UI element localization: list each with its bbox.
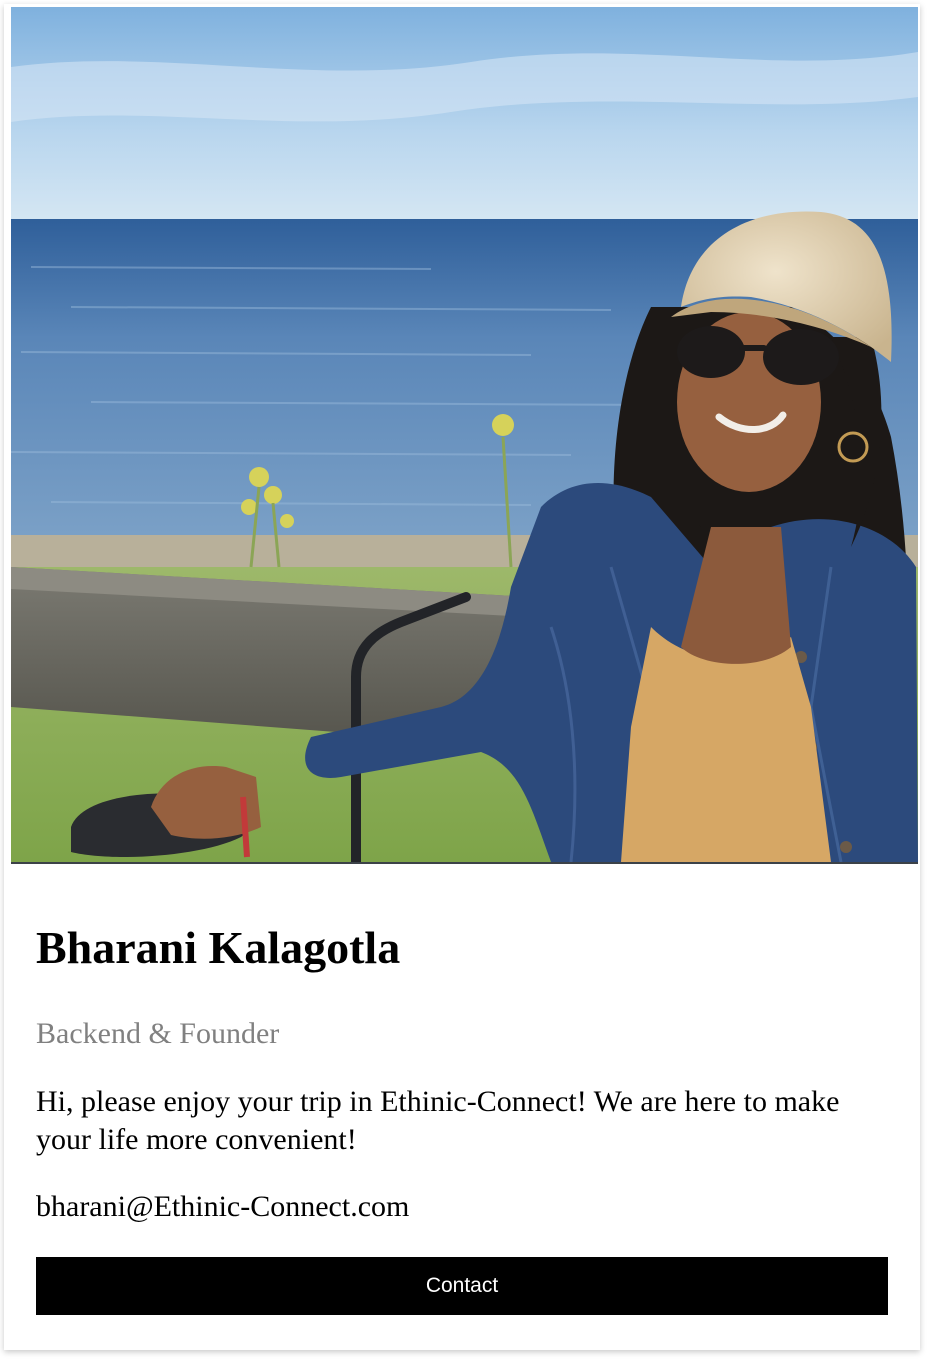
- profile-role: Backend & Founder: [36, 1017, 280, 1050]
- profile-bio: Hi, please enjoy your trip in Ethinic-Co…: [36, 1085, 840, 1156]
- profile-photo: [11, 7, 918, 864]
- profile-card: Bharani Kalagotla Backend & Founder Hi, …: [4, 4, 920, 1350]
- contact-button[interactable]: Contact: [36, 1257, 888, 1315]
- profile-email: bharani@Ethinic-Connect.com: [36, 1190, 410, 1223]
- profile-name: Bharani Kalagotla: [36, 922, 401, 973]
